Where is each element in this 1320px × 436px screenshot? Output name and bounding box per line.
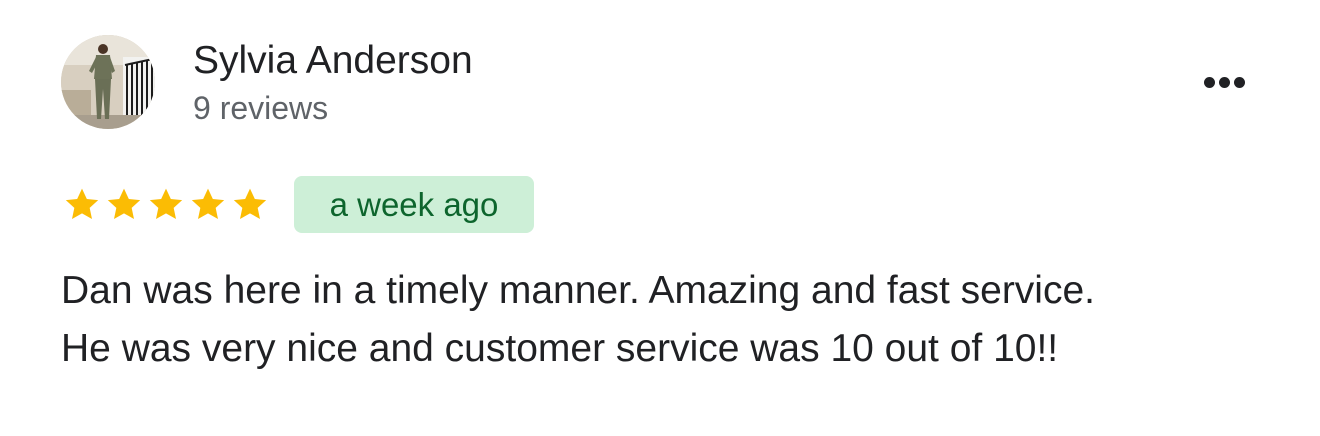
star-rating — [61, 185, 271, 225]
avatar[interactable] — [61, 35, 155, 129]
star-icon — [149, 188, 183, 219]
review-count[interactable]: 9 reviews — [193, 88, 328, 128]
review-time-badge: a week ago — [294, 176, 534, 233]
more-horizontal-icon — [1218, 76, 1230, 88]
star-icon — [233, 188, 267, 219]
more-horizontal-icon — [1203, 76, 1215, 88]
review-text-line: He was very nice and customer service wa… — [61, 327, 1059, 370]
star-icon — [191, 188, 225, 219]
review-text-line: Dan was here in a timely manner. Amazing… — [61, 269, 1095, 312]
profile-photo — [61, 35, 155, 129]
more-options-button[interactable] — [1192, 62, 1256, 102]
star-icon — [107, 188, 141, 219]
star-icon — [65, 188, 99, 219]
more-horizontal-icon — [1233, 76, 1245, 88]
review-text: Dan was here in a timely manner. Amazing… — [61, 262, 1261, 378]
author-name[interactable]: Sylvia Anderson — [193, 38, 473, 84]
